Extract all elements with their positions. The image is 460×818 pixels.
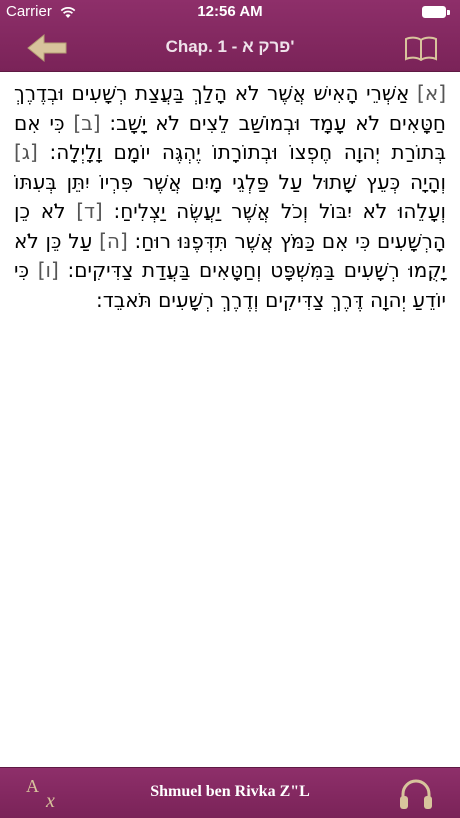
headphones-icon[interactable] — [398, 776, 434, 812]
verse-5-number: [ה] — [99, 228, 128, 253]
status-time: 12:56 AM — [197, 3, 263, 20]
font-size-button[interactable]: A x — [26, 776, 68, 812]
back-arrow-icon[interactable] — [26, 32, 68, 64]
book-icon[interactable] — [404, 35, 438, 61]
verse-1-number: [א] — [417, 81, 446, 105]
chapter-text: [א] אַשְׁרֵי הָאִישׁ אֲשֶׁר לֹא הָלַךְ ב… — [14, 79, 446, 315]
bottom-bar: A x Shmuel ben Rivka Z"L — [0, 767, 460, 818]
font-icon-x: x — [46, 790, 55, 812]
verse-2-number: [ב] — [73, 110, 101, 135]
verse-6-number: [ו] — [37, 258, 59, 282]
status-bar: Carrier 12:56 AM — [0, 0, 460, 24]
nav-bar: Chap. 1 - פרק א' — [0, 24, 460, 71]
battery-icon — [422, 6, 450, 18]
verse-3-number: [ג] — [14, 140, 38, 164]
verse-4-number: [ד] — [76, 199, 103, 223]
top-bar: Carrier 12:56 AM Chap. 1 - פרק א' — [0, 0, 460, 72]
font-icon-A: A — [26, 776, 39, 796]
author-label: Shmuel ben Rivka Z"L — [150, 783, 310, 800]
chapter-title: Chap. 1 - פרק א' — [165, 37, 295, 56]
